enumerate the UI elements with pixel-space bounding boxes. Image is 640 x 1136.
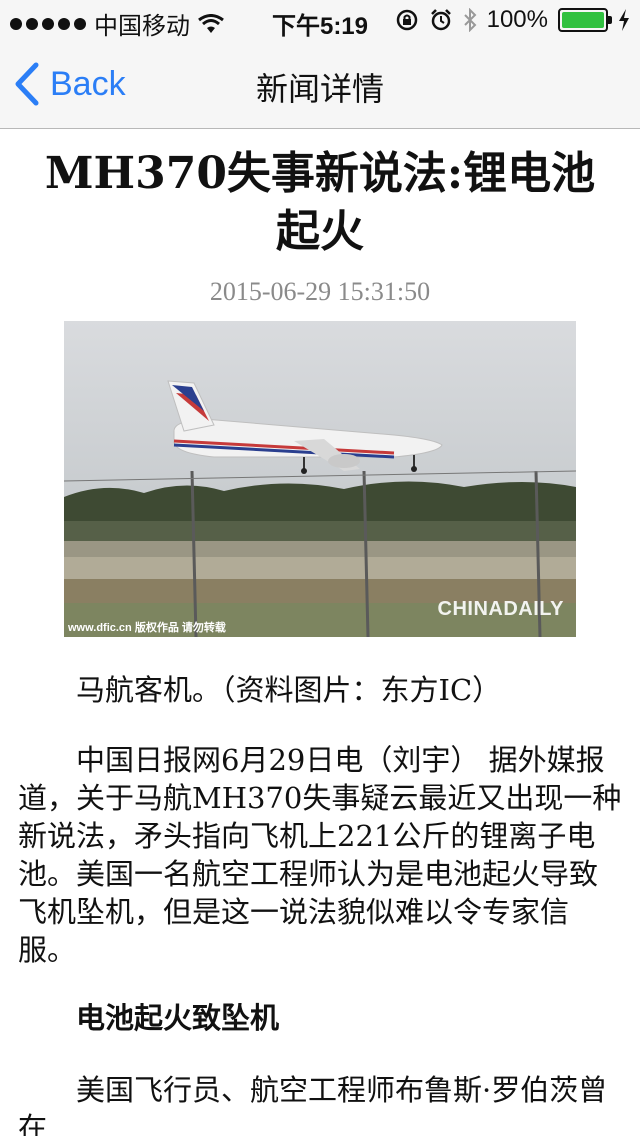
article-body: 马航客机。（资料图片：东方IC） 中国日报网6月29日电（刘宇） 据外媒报道，关…	[0, 671, 640, 1136]
bluetooth-icon	[463, 8, 477, 32]
battery-icon	[558, 8, 612, 32]
navigation-bar: Back 新闻详情	[0, 40, 640, 129]
article-paragraph: 美国飞行员、航空工程师布鲁斯·罗伯茨曾在	[18, 1073, 608, 1136]
status-right: 100%	[395, 6, 630, 34]
photo-credit: www.dfic.cn 版权作品 请勿转载	[68, 622, 226, 634]
article-headline: MH370失事新说法:锂电池起火	[44, 148, 596, 257]
status-bar: 中国移动 下午5:19 100%	[0, 0, 640, 40]
rotation-lock-icon	[396, 9, 417, 31]
article-photo[interactable]: www.dfic.cn 版权作品 请勿转载 CHINADAILY	[64, 321, 576, 637]
article-scroll-view[interactable]: MH370失事新说法:锂电池起火 2015-06-29 15:31:50 www…	[0, 129, 640, 1136]
article-date: 2015-06-29 15:31:50	[209, 277, 431, 306]
airplane-photo	[64, 321, 576, 637]
watermark: CHINADAILY	[437, 598, 564, 620]
article-paragraph: 中国日报网6月29日电（刘宇） 据外媒报道，关于马航MH370失事疑云最近又出现…	[18, 743, 622, 967]
battery-percent: 100%	[486, 6, 548, 33]
alarm-icon	[430, 9, 451, 31]
nav-title: 新闻详情	[255, 70, 384, 108]
charging-icon	[619, 9, 629, 31]
section-heading: 电池起火致坠机	[76, 1001, 280, 1035]
photo-caption: 马航客机。（资料图片：东方IC）	[76, 673, 502, 707]
